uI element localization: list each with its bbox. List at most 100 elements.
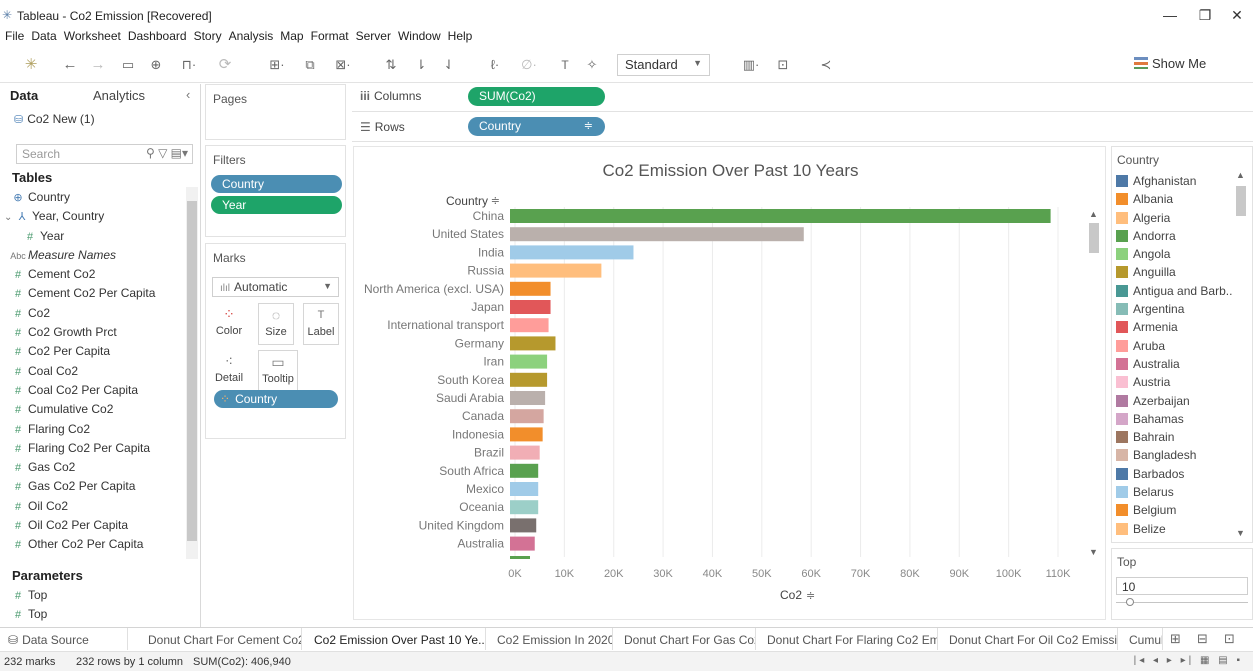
menu-window[interactable]: Window xyxy=(398,26,441,43)
legend-item[interactable]: Australia xyxy=(1116,357,1236,375)
field-cumulative-co2[interactable]: # Cumulative Co2 xyxy=(0,402,185,421)
menu-worksheet[interactable]: Worksheet xyxy=(64,26,121,43)
show-cards-icon[interactable]: ▥· xyxy=(736,55,766,75)
highlight-icon[interactable]: ℓ· xyxy=(480,55,510,75)
menu-data[interactable]: Data xyxy=(31,26,56,43)
clear-sheet-icon[interactable]: ⊠· xyxy=(328,55,358,75)
data-source-tab[interactable]: ⛁ Data Source xyxy=(0,628,128,650)
legend-item[interactable]: Belgium xyxy=(1116,503,1236,521)
datasource-item[interactable]: ⛁ Co2 New (1) xyxy=(14,112,95,126)
swap-icon[interactable]: ⇅ xyxy=(380,55,402,75)
legend-item[interactable]: Antigua and Barb.. xyxy=(1116,284,1236,302)
color-button[interactable]: ⁘ Color xyxy=(211,303,247,345)
legend-item[interactable]: Azerbaijan xyxy=(1116,394,1236,412)
menu-help[interactable]: Help xyxy=(448,26,473,43)
field-year[interactable]: # Year xyxy=(0,229,185,248)
save-icon[interactable]: ▭ xyxy=(118,55,138,75)
presentation-icon[interactable]: ⊡ xyxy=(772,55,794,75)
menu-analysis[interactable]: Analysis xyxy=(229,26,274,43)
field-cement-co2[interactable]: # Cement Co2 xyxy=(0,267,185,286)
rows-pill-country[interactable]: Country ≑ xyxy=(468,117,605,136)
size-button[interactable]: ◌ Size xyxy=(258,303,294,345)
legend-item[interactable]: Afghanistan xyxy=(1116,174,1236,192)
tab-data[interactable]: Data xyxy=(10,88,38,103)
group-icon[interactable]: ∅· xyxy=(514,55,544,75)
color-pill-country[interactable]: ⁘ Country xyxy=(214,390,338,408)
sheet-tab[interactable]: Cumula xyxy=(1121,628,1163,650)
field-measure-names[interactable]: Abc Measure Names xyxy=(0,248,185,267)
legend-item[interactable]: Algeria xyxy=(1116,211,1236,229)
chart-scrollbar[interactable]: ▲ ▼ xyxy=(1088,209,1100,559)
legend-item[interactable]: Argentina xyxy=(1116,302,1236,320)
filter-pill-country[interactable]: Country xyxy=(211,175,342,193)
pause-updates-icon[interactable]: ⊓· xyxy=(174,55,204,75)
sheet-tab[interactable]: Donut Chart For Flaring Co2 Emi... xyxy=(759,628,938,650)
field-coal-co2[interactable]: # Coal Co2 xyxy=(0,364,185,383)
slider-knob[interactable] xyxy=(1126,598,1134,606)
legend-item[interactable]: Andorra xyxy=(1116,229,1236,247)
field-cement-co2-per-capita[interactable]: # Cement Co2 Per Capita xyxy=(0,286,185,305)
filter-pill-year[interactable]: Year xyxy=(211,196,342,214)
menu-story[interactable]: Story xyxy=(194,26,222,43)
legend-item[interactable]: Albania xyxy=(1116,192,1236,210)
share-icon[interactable]: ≺ xyxy=(815,55,837,75)
new-worksheet-icon[interactable]: ⊞· xyxy=(262,55,292,75)
pin-icon[interactable]: ✧ xyxy=(582,55,602,75)
sort-descending-icon[interactable]: ⇃ xyxy=(438,55,460,75)
menu-file[interactable]: File xyxy=(5,26,24,43)
scroll-down-icon[interactable]: ▼ xyxy=(1236,528,1245,538)
scroll-down-icon[interactable]: ▼ xyxy=(1089,547,1098,557)
sheet-tab[interactable]: Co2 Emission In 2020 xyxy=(489,628,613,650)
field-gas-co2[interactable]: # Gas Co2 xyxy=(0,460,185,479)
search-filter-icons[interactable]: ⚲ ▽ ▤▾ xyxy=(146,146,188,160)
field-coal-co2-per-capita[interactable]: # Coal Co2 Per Capita xyxy=(0,383,185,402)
expand-icon[interactable]: ⌄ xyxy=(4,212,12,223)
field-gas-co2-per-capita[interactable]: # Gas Co2 Per Capita xyxy=(0,479,185,498)
sheet-tab[interactable]: Donut Chart For Cement Co2 xyxy=(140,628,302,650)
legend-item[interactable]: Austria xyxy=(1116,375,1236,393)
sheet-tab[interactable]: Donut Chart For Gas Co2 xyxy=(616,628,756,650)
top-parameter-input[interactable]: 10 xyxy=(1116,577,1248,595)
mark-type-select[interactable]: ılıl Automatic ▼ xyxy=(212,277,339,297)
fit-select[interactable]: Standard ▼ xyxy=(617,54,710,76)
field-flaring-co2[interactable]: # Flaring Co2 xyxy=(0,422,185,441)
legend-item[interactable]: Belarus xyxy=(1116,485,1236,503)
field-co2[interactable]: # Co2 xyxy=(0,306,185,325)
columns-pill-sum-co2[interactable]: SUM(Co2) xyxy=(468,87,605,106)
menu-server[interactable]: Server xyxy=(356,26,391,43)
redo-icon[interactable]: → xyxy=(88,55,108,75)
close-icon[interactable]: ✕ xyxy=(1222,4,1252,26)
top-parameter-slider[interactable] xyxy=(1116,598,1248,606)
field-flaring-co2-per-capita[interactable]: # Flaring Co2 Per Capita xyxy=(0,441,185,460)
legend-item[interactable]: Aruba xyxy=(1116,339,1236,357)
legend-item[interactable]: Bahamas xyxy=(1116,412,1236,430)
new-dashboard-icon[interactable]: ⊟ xyxy=(1197,631,1208,647)
legend-item[interactable]: Belize xyxy=(1116,522,1236,540)
tab-analytics[interactable]: Analytics xyxy=(93,88,145,103)
new-datasource-icon[interactable]: ⊕ xyxy=(146,55,166,75)
restore-icon[interactable]: ❐ xyxy=(1190,4,1220,26)
menu-map[interactable]: Map xyxy=(280,26,303,43)
scroll-up-icon[interactable]: ▲ xyxy=(1089,209,1098,219)
field-country[interactable]: ⊕ Country xyxy=(0,190,185,209)
sheet-tab[interactable]: Donut Chart For Oil Co2 Emission xyxy=(941,628,1118,650)
sort-ascending-icon[interactable]: ⇂ xyxy=(410,55,432,75)
show-me-button[interactable]: Show Me xyxy=(1134,56,1206,71)
legend-item[interactable]: Bangladesh xyxy=(1116,448,1236,466)
parameter-top[interactable]: # Top xyxy=(0,588,185,607)
collapse-pane-icon[interactable]: ‹ xyxy=(186,87,190,102)
field-year-country[interactable]: ⌄ ⅄ Year, Country xyxy=(0,209,185,228)
duplicate-icon[interactable]: ⧉ xyxy=(298,55,322,75)
labels-icon[interactable]: T xyxy=(555,55,575,75)
legend-scrollbar[interactable]: ▲ ▼ xyxy=(1234,170,1247,542)
detail-button[interactable]: ⁖ Detail xyxy=(211,350,247,392)
scroll-up-icon[interactable]: ▲ xyxy=(1236,170,1245,180)
tooltip-button[interactable]: ▭ Tooltip xyxy=(258,350,298,392)
menu-dashboard[interactable]: Dashboard xyxy=(128,26,187,43)
field-co2-growth-prct[interactable]: # Co2 Growth Prct xyxy=(0,325,185,344)
field-co2-per-capita[interactable]: # Co2 Per Capita xyxy=(0,344,185,363)
field-list-scrollbar[interactable] xyxy=(186,187,198,559)
refresh-icon[interactable]: ⟳ xyxy=(210,55,240,75)
sheet-tab[interactable]: Co2 Emission Over Past 10 Ye... xyxy=(306,628,486,650)
legend-item[interactable]: Anguilla xyxy=(1116,265,1236,283)
